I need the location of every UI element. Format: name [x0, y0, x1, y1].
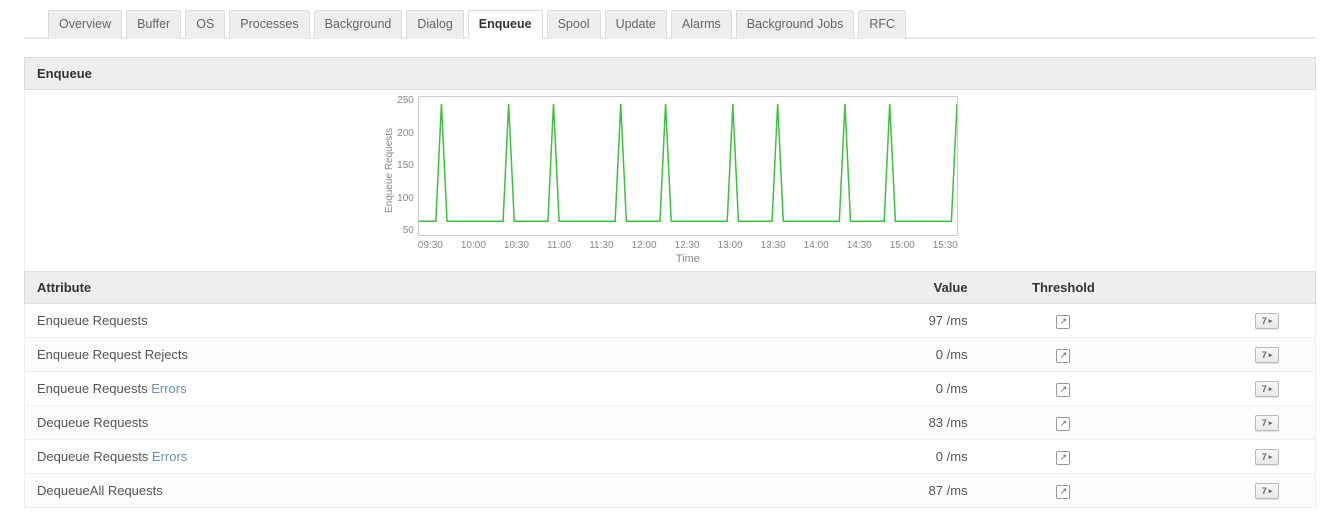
attribute-cell: Dequeue Requests: [25, 407, 773, 438]
table-row: DequeueAll Requests87 /ms ↗ 7▸: [24, 474, 1316, 508]
tab-enqueue[interactable]: Enqueue: [468, 10, 543, 39]
value-cell: 0 /ms: [773, 373, 979, 404]
attribute-cell: Enqueue Request Rejects: [25, 339, 773, 370]
chart-x-ticks: 09:30 10:00 10:30 11:00 11:30 12:00 12:30 13:00…: [418, 236, 958, 251]
value-cell: 83 /ms: [773, 407, 979, 438]
threshold-config-icon[interactable]: ↗: [1056, 451, 1070, 465]
x-tick: 10:30: [504, 240, 529, 251]
tab-update[interactable]: Update: [605, 10, 667, 39]
value-cell: 0 /ms: [773, 339, 979, 370]
y-tick: 100: [397, 194, 414, 204]
widget-button[interactable]: 7▸: [1255, 381, 1279, 397]
table-row: Dequeue Requests83 /ms ↗ 7▸: [24, 406, 1316, 440]
tab-rfc[interactable]: RFC: [858, 10, 906, 39]
y-tick: 50: [403, 226, 414, 236]
x-tick: 11:30: [589, 240, 613, 251]
attribute-cell: DequeueAll Requests: [25, 475, 773, 506]
x-tick: 14:30: [847, 240, 872, 251]
value-cell: 0 /ms: [773, 441, 979, 472]
y-tick: 150: [397, 161, 414, 171]
tab-processes[interactable]: Processes: [229, 10, 309, 39]
table-row: Dequeue Requests Errors0 /ms ↗ 7▸: [24, 440, 1316, 474]
attribute-link[interactable]: Errors: [151, 381, 186, 396]
table-header-row: Attribute Value Threshold: [24, 271, 1316, 304]
widget-button[interactable]: 7▸: [1255, 415, 1279, 431]
tab-buffer[interactable]: Buffer: [126, 10, 181, 39]
widget-button[interactable]: 7▸: [1255, 449, 1279, 465]
widget-button[interactable]: 7▸: [1255, 483, 1279, 499]
table-row: Enqueue Request Rejects0 /ms ↗ 7▸: [24, 338, 1316, 372]
tab-spool[interactable]: Spool: [547, 10, 601, 39]
attribute-cell: Enqueue Requests Errors: [25, 373, 773, 404]
tab-dialog[interactable]: Dialog: [406, 10, 463, 39]
widget-button[interactable]: 7▸: [1255, 313, 1279, 329]
threshold-config-icon[interactable]: ↗: [1056, 417, 1070, 431]
threshold-config-icon[interactable]: ↗: [1056, 349, 1070, 363]
x-tick: 12:00: [632, 240, 657, 251]
col-header-value: Value: [773, 272, 979, 303]
chart-plot-area: [418, 96, 958, 236]
threshold-config-icon[interactable]: ↗: [1056, 383, 1070, 397]
table-row: Enqueue Requests97 /ms ↗ 7▸: [24, 304, 1316, 338]
threshold-config-icon[interactable]: ↗: [1056, 485, 1070, 499]
x-tick: 13:00: [718, 240, 743, 251]
threshold-config-icon[interactable]: ↗: [1056, 315, 1070, 329]
value-cell: 97 /ms: [773, 305, 979, 336]
chart-container: Enqueue Requests 250 200 150 100 50 09:30 10:…: [24, 90, 1316, 271]
value-cell: 87 /ms: [773, 475, 979, 506]
panel-title: Enqueue: [24, 57, 1316, 90]
tab-os[interactable]: OS: [185, 10, 225, 39]
tab-overview[interactable]: Overview: [48, 10, 122, 39]
y-tick: 250: [397, 96, 414, 106]
tab-background[interactable]: Background: [314, 10, 403, 39]
col-header-threshold: Threshold: [980, 272, 1148, 303]
attribute-link[interactable]: Errors: [152, 449, 187, 464]
y-tick: 200: [397, 129, 414, 139]
x-tick: 09:30: [418, 240, 443, 251]
x-tick: 12:30: [675, 240, 700, 251]
attribute-cell: Enqueue Requests: [25, 305, 773, 336]
tab-background-jobs[interactable]: Background Jobs: [736, 10, 855, 39]
table-row: Enqueue Requests Errors0 /ms ↗ 7▸: [24, 372, 1316, 406]
chart-y-ticks: 250 200 150 100 50: [397, 96, 418, 256]
x-tick: 13:30: [761, 240, 786, 251]
chart-x-axis-label: Time: [418, 251, 958, 265]
x-tick: 15:30: [933, 240, 958, 251]
tab-bar: OverviewBufferOSProcessesBackgroundDialo…: [24, 8, 1316, 39]
x-tick: 15:00: [890, 240, 915, 251]
col-header-attribute: Attribute: [25, 272, 773, 303]
x-tick: 11:00: [547, 240, 571, 251]
chart-y-axis-label: Enqueue Requests: [382, 96, 397, 265]
tab-alarms[interactable]: Alarms: [671, 10, 732, 39]
attribute-cell: Dequeue Requests Errors: [25, 441, 773, 472]
widget-button[interactable]: 7▸: [1255, 347, 1279, 363]
x-tick: 14:00: [804, 240, 829, 251]
x-tick: 10:00: [461, 240, 486, 251]
